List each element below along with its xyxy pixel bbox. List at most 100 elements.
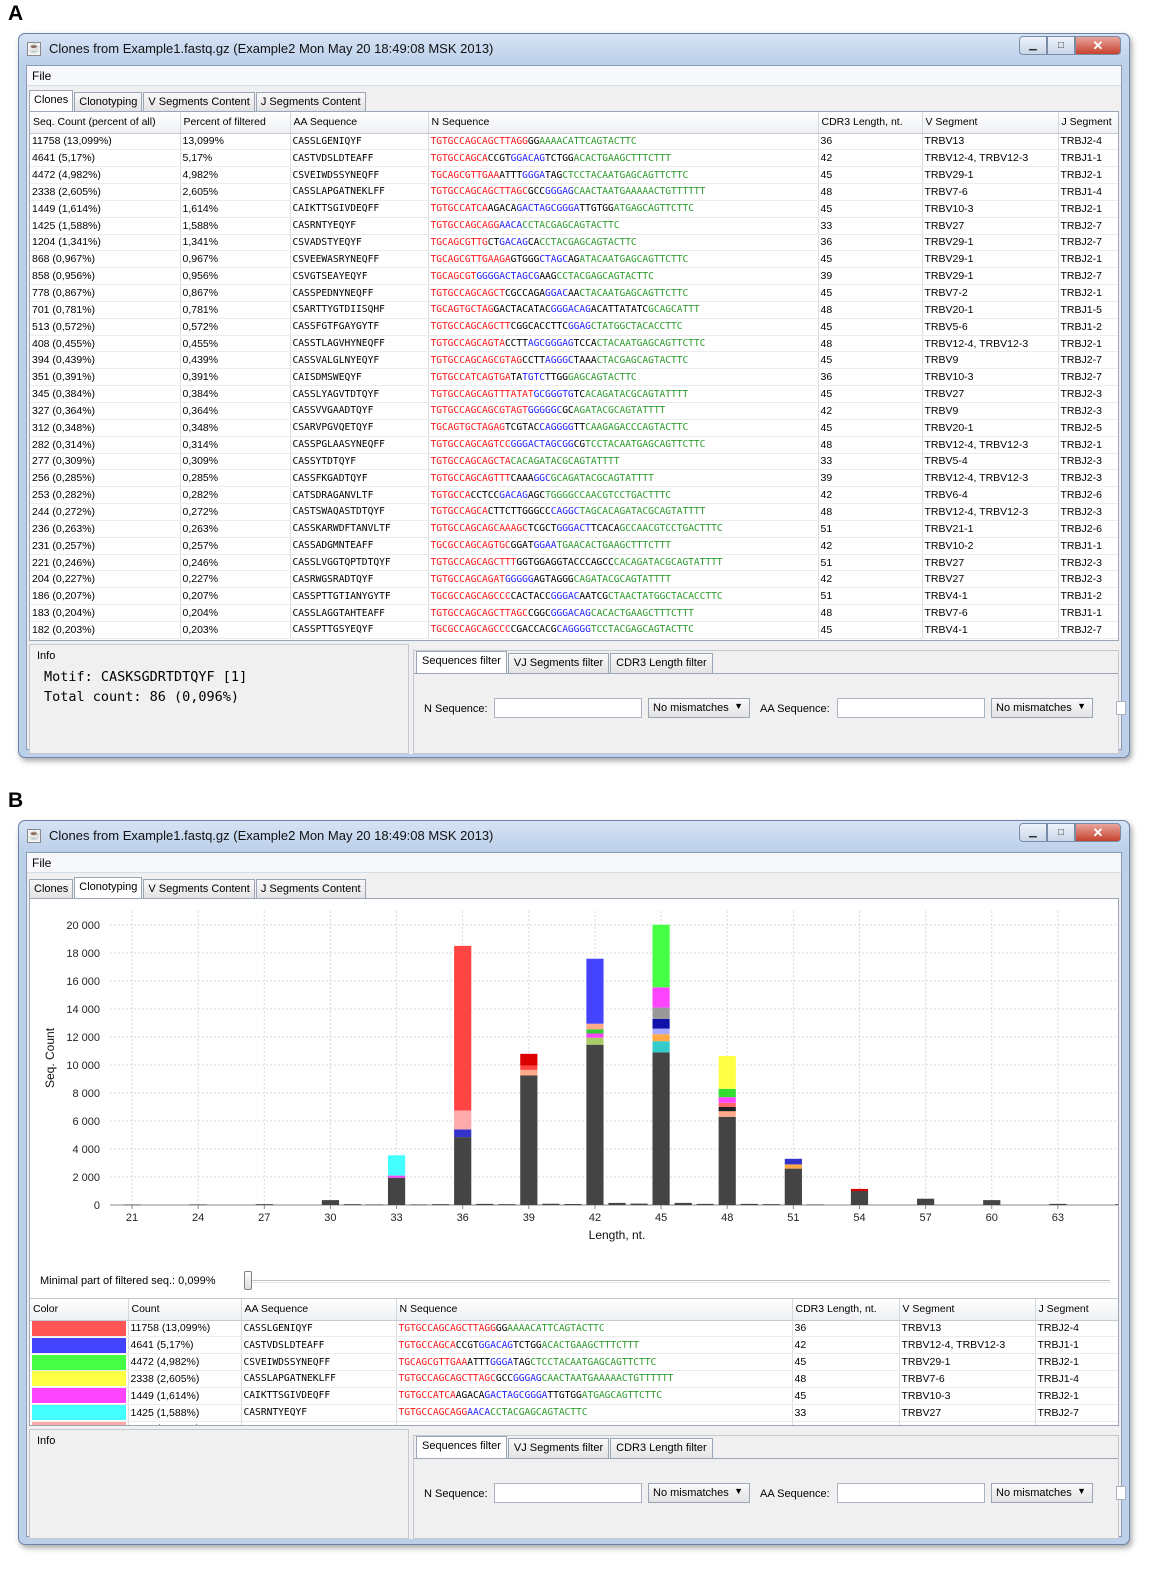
slider-track[interactable] (248, 1280, 1110, 1283)
bar-segment[interactable] (784, 1164, 802, 1169)
minimize-button[interactable]: ▁ (1019, 36, 1047, 55)
table-row[interactable]: 256 (0,285%) 0,285% CASSFKGADTQYF TGTGCCAGC… (30, 469, 1118, 488)
bar-segment[interactable] (718, 1107, 736, 1112)
column-header[interactable]: CDR3 Length, nt. (818, 112, 923, 134)
table-row[interactable]: 221 (0,246%) 0,246% CASSLVGGTQPTDTQYF TGTGC… (30, 554, 1118, 572)
bar-segment[interactable] (652, 1018, 670, 1029)
table-row[interactable]: 2338 (2,605%) CASSLAPGATNEKLFF TGTGCCAGCAG… (30, 1370, 1118, 1388)
bar-segment[interactable] (542, 1203, 560, 1205)
column-header[interactable]: AA Sequence (241, 1299, 397, 1321)
column-header[interactable]: N Sequence (396, 1299, 793, 1321)
table-row[interactable]: 858 (0,956%) 0,956% CSVGTSEAYEQYF TGCAGCGTG… (30, 267, 1118, 286)
table-row[interactable]: 1425 (1,588%) 1,588% CASRNTYEQYF TGTGCCAGCA… (30, 217, 1118, 235)
bar-segment[interactable] (784, 1168, 802, 1205)
bar-segment[interactable] (850, 1188, 869, 1191)
table-row[interactable]: 183 (0,204%) 0,204% CASSLAGGTAHTEAFF TGTGCC… (30, 604, 1118, 622)
table-row[interactable]: 253 (0,282%) 0,282% CATSDRAGANVLTF TGTGCCAC… (30, 486, 1118, 505)
table-row[interactable]: 327 (0,364%) 0,364% CASSVVGAADTQYF TGTGCCAG… (30, 402, 1118, 420)
column-header[interactable]: Seq. Count (percent of all) (30, 112, 181, 134)
bar-segment[interactable] (983, 1200, 1001, 1205)
column-header[interactable]: V Segment (899, 1299, 1036, 1321)
table-row[interactable]: 778 (0,867%) 0,867% CASSPEDNYNEQFF TGTGCCAG… (30, 284, 1118, 302)
bar-segment[interactable] (586, 1037, 604, 1045)
bar-segment[interactable] (652, 1007, 670, 1019)
bar-segment[interactable] (586, 958, 604, 1024)
table-row[interactable]: 868 (0,967%) 0,967% CSVEEWASRYNEQFF TGCAGCG… (30, 250, 1118, 269)
table-row[interactable]: 351 (0,391%) 0,391% CAISDMSWEQYF TGTGCCATCA… (30, 368, 1118, 387)
close-button[interactable]: ✕ (1075, 36, 1121, 55)
bar-segment[interactable] (652, 987, 670, 1008)
column-header[interactable]: J Segment (1058, 112, 1118, 134)
n-mismatch-select[interactable]: No mismatches ▼ (648, 1483, 750, 1503)
menu-file[interactable]: File (32, 856, 51, 870)
tab-clonotyping[interactable]: Clonotyping (74, 92, 143, 111)
bar-segment[interactable] (674, 1202, 692, 1205)
column-header[interactable]: AA Sequence (290, 112, 429, 134)
aa-mismatch-select[interactable]: No mismatches ▼ (991, 1483, 1093, 1503)
menu-file[interactable]: File (32, 69, 51, 83)
bar-segment[interactable] (520, 1053, 538, 1066)
table-row[interactable]: 11758 (13,099%) 13,099% CASSLGENIQYF TGTGCC… (30, 133, 1118, 151)
bar-segment[interactable] (343, 1204, 362, 1205)
bar-segment[interactable] (520, 1065, 538, 1070)
table-row[interactable]: 244 (0,272%) 0,272% CASTSWAQASTDTQYF TGTGCC… (30, 503, 1118, 521)
slider-thumb[interactable] (244, 1271, 252, 1290)
bar-segment[interactable] (454, 1129, 472, 1138)
table-row[interactable]: 1449 (1,614%) CAIKTTSGIVDEQFF TGTGCCATCAAG… (30, 1387, 1118, 1405)
table-row[interactable]: 4641 (5,17%) CASTVDSLDTEAFF TGTGCCAGCACCGT… (30, 1336, 1118, 1355)
column-header[interactable]: Count (128, 1299, 242, 1321)
bar-segment[interactable] (652, 1034, 670, 1042)
tab-v-segments-content[interactable]: V Segments Content (143, 92, 255, 111)
bar-segment[interactable] (454, 945, 472, 1111)
bar-segment[interactable] (1049, 1203, 1067, 1205)
bar-segment[interactable] (1115, 1204, 1119, 1205)
tab-j-segments-content[interactable]: J Segments Content (255, 92, 366, 111)
bar-segment[interactable] (498, 1204, 516, 1205)
tab-sequences-filter[interactable]: Sequences filter (416, 1436, 507, 1458)
close-button[interactable]: ✕ (1075, 823, 1121, 842)
title-bar[interactable]: ☕ Clones from Example1.fastq.gz (Example… (19, 34, 1129, 64)
tab-clones[interactable]: Clones (29, 879, 74, 898)
column-header[interactable]: N Sequence (428, 112, 819, 134)
tab-clones[interactable]: Clones (29, 90, 74, 111)
table-row[interactable]: 1204 (1,341%)CSVADSTYEQYFTGCAGCGTTGCTGAC… (30, 1421, 1118, 1425)
title-bar[interactable]: ☕ Clones from Example1.fastq.gz (Example… (19, 821, 1129, 851)
tab-vj-segments-filter[interactable]: VJ Segments filter (507, 653, 610, 673)
filter-checkbox[interactable] (1116, 1486, 1126, 1500)
table-row[interactable]: 408 (0,455%) 0,455% CASSTLAGVHYNEQFF TGTGCC… (30, 335, 1118, 353)
column-header[interactable]: V Segment (922, 112, 1059, 134)
table-row[interactable]: 1449 (1,614%) 1,614% CAIKTTSGIVDEQFF TGTGCC… (30, 200, 1118, 218)
bar-segment[interactable] (630, 1203, 648, 1205)
n-sequence-input[interactable] (494, 698, 642, 718)
tab-v-segments-content[interactable]: V Segments Content (143, 879, 255, 898)
bar-segment[interactable] (454, 1110, 472, 1130)
bar-segment[interactable] (564, 1204, 582, 1205)
bar-segment[interactable] (718, 1088, 736, 1098)
tab-vj-segments-filter[interactable]: VJ Segments filter (507, 1438, 610, 1458)
bar-segment[interactable] (586, 1023, 604, 1030)
bar-segment[interactable] (762, 1204, 780, 1205)
table-row[interactable]: 231 (0,257%) 0,257% CASSADGMNTEAFF TGCGCCAG… (30, 537, 1118, 555)
table-row[interactable]: 4472 (4,982%) CSVEIWDSSYNEQFF TGCAGCGTTGAA… (30, 1353, 1118, 1372)
bar-segment[interactable] (476, 1203, 494, 1205)
bar-segment[interactable] (321, 1200, 340, 1205)
table-row[interactable]: 1204 (1,341%) 1,341% CSVADSTYEQYF TGCAGCGTT… (30, 234, 1118, 252)
bar-segment[interactable] (520, 1075, 538, 1206)
bar-segment[interactable] (410, 1204, 428, 1206)
bar-segment[interactable] (454, 1137, 472, 1205)
table-row[interactable]: 236 (0,263%) 0,263% CASSKARWDFTANVLTF TGTGC… (30, 520, 1118, 538)
bar-segment[interactable] (806, 1204, 824, 1206)
table-row[interactable]: 4472 (4,982%) 4,982% CSVEIWDSSYNEQFF TGCAGC… (30, 166, 1118, 185)
tab-cdr3-length-filter[interactable]: CDR3 Length filter (610, 1438, 713, 1458)
bar-segment[interactable] (718, 1111, 736, 1117)
bar-segment[interactable] (520, 1069, 538, 1076)
bar-segment[interactable] (387, 1175, 406, 1178)
tab-j-segments-content[interactable]: J Segments Content (255, 879, 366, 898)
aa-mismatch-select[interactable]: No mismatches ▼ (991, 698, 1093, 718)
bar-segment[interactable] (718, 1102, 736, 1107)
table-row[interactable]: 11758 (13,099%) CASSLGENIQYF TGTGCCAGCAGCT… (30, 1320, 1118, 1338)
bar-segment[interactable] (784, 1158, 802, 1165)
bar-segment[interactable] (432, 1204, 450, 1205)
maximize-button[interactable]: □ (1047, 823, 1075, 842)
table-row[interactable]: 282 (0,314%) 0,314% CASSPGLAASYNEQFF TGTGCC… (30, 436, 1118, 454)
